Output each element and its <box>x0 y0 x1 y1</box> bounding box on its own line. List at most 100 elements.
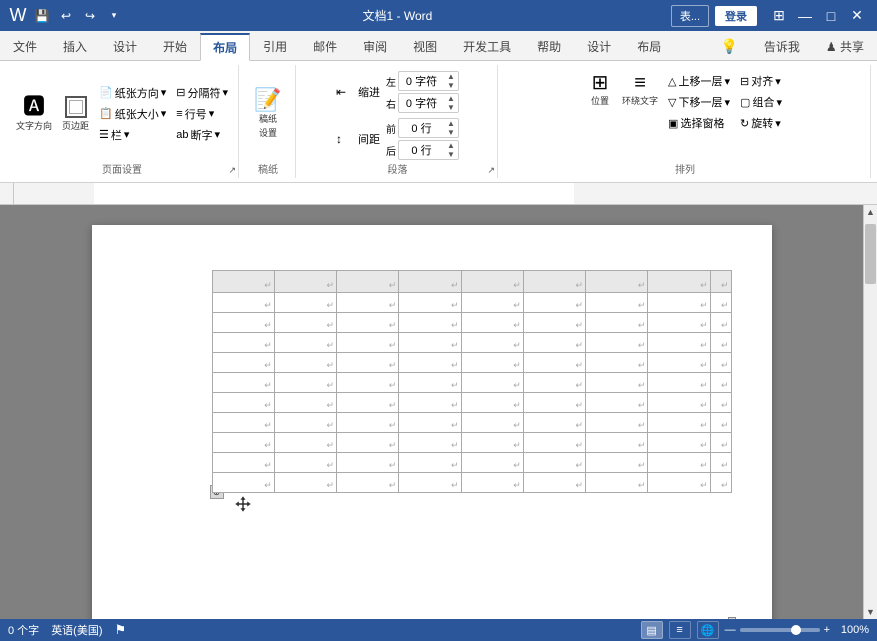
read-mode-btn[interactable]: ≡ <box>669 621 691 639</box>
margins-btn[interactable]: 页边距 <box>58 94 93 134</box>
table-cell[interactable]: ↵ <box>523 313 585 333</box>
tab-file[interactable]: 文件 <box>0 32 50 60</box>
table-cell[interactable]: ↵ <box>461 453 523 473</box>
table-cell[interactable]: ↵ <box>212 413 274 433</box>
table-cell[interactable]: ↵ <box>337 271 399 293</box>
tab-mailings[interactable]: 邮件 <box>300 32 350 60</box>
line-numbers-btn[interactable]: ≡ 行号 ▾ <box>172 104 232 124</box>
table-cell[interactable]: ↵ <box>710 313 731 333</box>
left-indent-up[interactable]: ▲ <box>444 72 458 81</box>
table-cell[interactable]: ↵ <box>710 453 731 473</box>
table-cell[interactable]: ↵ <box>461 271 523 293</box>
left-indent-input[interactable] <box>399 74 444 88</box>
after-spacing-down[interactable]: ▼ <box>444 150 458 159</box>
table-cell[interactable]: ↵ <box>648 413 710 433</box>
columns-btn[interactable]: ☰ 栏 ▾ <box>95 125 170 145</box>
zoom-minus-btn[interactable]: — <box>725 624 736 636</box>
table-cell[interactable]: ↵ <box>710 293 731 313</box>
table-cell[interactable]: ↵ <box>337 293 399 313</box>
table-cell[interactable]: ↵ <box>523 453 585 473</box>
table-cell[interactable]: ↵ <box>586 453 648 473</box>
group-btn[interactable]: ▢ 组合 ▾ <box>736 92 786 112</box>
table-cell[interactable]: ↵ <box>461 313 523 333</box>
table-cell[interactable]: ↵ <box>648 333 710 353</box>
help-icon-btn[interactable]: 💡 <box>707 32 750 60</box>
table-cell[interactable]: ↵ <box>648 393 710 413</box>
table-cell[interactable]: ↵ <box>586 293 648 313</box>
left-indent-down[interactable]: ▼ <box>444 81 458 90</box>
table-cell[interactable]: ↵ <box>212 453 274 473</box>
table-cell[interactable]: ↵ <box>274 333 336 353</box>
customize-quick-btn[interactable]: ▾ <box>104 4 124 28</box>
bring-forward-btn[interactable]: △ 上移一层 ▾ <box>664 71 734 91</box>
rotate-btn[interactable]: ↻ 旋转 ▾ <box>736 113 786 133</box>
right-indent-down[interactable]: ▼ <box>444 103 458 112</box>
text-wrap-btn[interactable]: ≡ 环绕文字 <box>618 71 662 109</box>
page-orientation-btn[interactable]: 📄 纸张方向 ▾ <box>95 83 170 103</box>
before-spacing-up[interactable]: ▲ <box>444 119 458 128</box>
table-cell[interactable]: ↵ <box>399 313 461 333</box>
table-cell[interactable]: ↵ <box>274 393 336 413</box>
table-cell[interactable]: ↵ <box>212 433 274 453</box>
table-cell[interactable]: ↵ <box>586 353 648 373</box>
minimize-btn[interactable]: — <box>793 4 817 28</box>
table-cell[interactable]: ↵ <box>710 333 731 353</box>
table-cell[interactable]: ↵ <box>461 293 523 313</box>
table-cell[interactable]: ↵ <box>399 433 461 453</box>
scrollbar-down-btn[interactable]: ▼ <box>864 605 877 619</box>
table-cell[interactable]: ↵ <box>274 433 336 453</box>
table-cell[interactable]: ↵ <box>212 293 274 313</box>
table-cell[interactable]: ↵ <box>274 453 336 473</box>
after-spacing-input[interactable] <box>399 143 444 157</box>
table-cell[interactable]: ↵ <box>399 293 461 313</box>
right-indent-up[interactable]: ▲ <box>444 94 458 103</box>
table-cell[interactable]: ↵ <box>523 353 585 373</box>
table-cell[interactable]: ↵ <box>523 373 585 393</box>
right-indent-input[interactable] <box>399 96 444 110</box>
table-cell[interactable]: ↵ <box>461 473 523 493</box>
print-layout-btn[interactable]: ▤ <box>641 621 663 639</box>
table-cell[interactable]: ↵ <box>710 271 731 293</box>
table-cell[interactable]: ↵ <box>710 413 731 433</box>
table-cell[interactable]: ↵ <box>212 473 274 493</box>
table-cell[interactable]: ↵ <box>337 333 399 353</box>
table-cell[interactable]: ↵ <box>399 393 461 413</box>
table-cell[interactable]: ↵ <box>461 393 523 413</box>
table-cell[interactable]: ↵ <box>586 393 648 413</box>
after-spacing-up[interactable]: ▲ <box>444 141 458 150</box>
table-cell[interactable]: ↵ <box>586 333 648 353</box>
table-cell[interactable]: ↵ <box>399 333 461 353</box>
table-cell[interactable]: ↵ <box>212 271 274 293</box>
table-cell[interactable]: ↵ <box>648 373 710 393</box>
tab-references[interactable]: 引用 <box>250 32 300 60</box>
table-cell[interactable]: ↵ <box>399 271 461 293</box>
page-size-btn[interactable]: 📋 纸张大小 ▾ <box>95 104 170 124</box>
table-cell[interactable]: ↵ <box>274 353 336 373</box>
tab-table-design[interactable]: 设计 <box>574 32 624 60</box>
table-cell[interactable]: ↵ <box>523 293 585 313</box>
before-spacing-input[interactable] <box>399 121 444 135</box>
table-cell[interactable]: ↵ <box>710 353 731 373</box>
before-spacing-spinner[interactable]: ▲ ▼ <box>398 118 459 138</box>
hyphenation-btn[interactable]: ab 断字 ▾ <box>172 125 232 145</box>
undo-quick-btn[interactable]: ↩ <box>56 4 76 28</box>
table-cell[interactable]: ↵ <box>523 413 585 433</box>
collab-btn[interactable]: ⊞ <box>767 4 791 28</box>
scrollbar-up-btn[interactable]: ▲ <box>864 205 877 219</box>
save-quick-btn[interactable]: 💾 <box>32 4 52 28</box>
table-cell[interactable]: ↵ <box>648 433 710 453</box>
right-indent-spinner[interactable]: ▲ ▼ <box>398 93 459 113</box>
scrollbar-track[interactable] <box>864 219 877 605</box>
position-btn[interactable]: ⊞ 位置 <box>584 71 616 109</box>
scrollbar-thumb[interactable] <box>865 224 876 284</box>
selection-pane-btn[interactable]: ▣ 选择窗格 <box>664 113 734 133</box>
table-cell[interactable]: ↵ <box>399 413 461 433</box>
table-cell[interactable]: ↵ <box>212 373 274 393</box>
tab-insert[interactable]: 插入 <box>50 32 100 60</box>
zoom-thumb[interactable] <box>791 625 801 635</box>
tab-view[interactable]: 视图 <box>400 32 450 60</box>
table-cell[interactable]: ↵ <box>523 271 585 293</box>
table-cell[interactable]: ↵ <box>586 373 648 393</box>
login-button[interactable]: 登录 <box>715 6 757 26</box>
table-cell[interactable]: ↵ <box>586 413 648 433</box>
